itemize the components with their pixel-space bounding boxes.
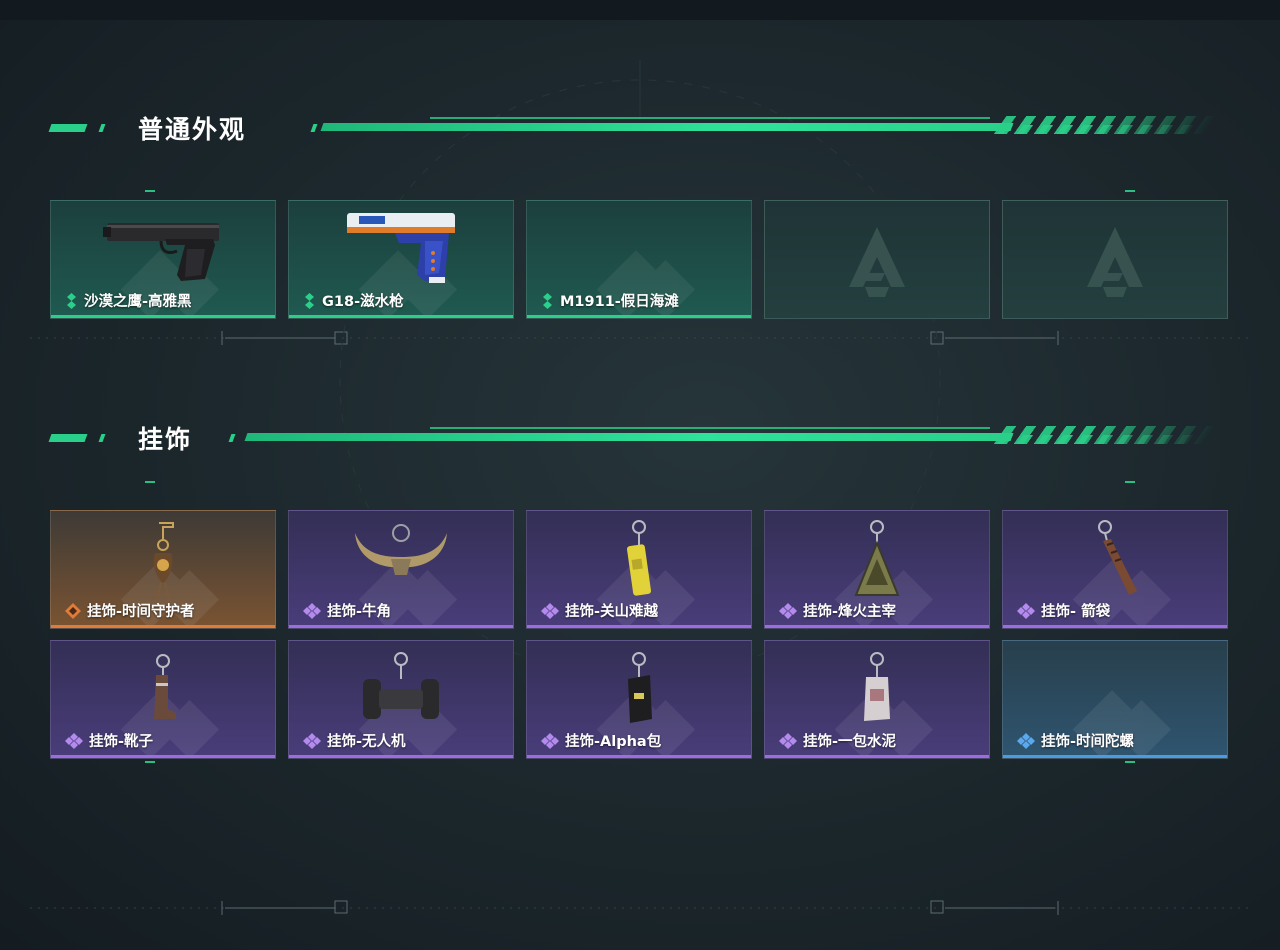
rarity-bar — [51, 755, 275, 758]
locked-slot-logo-icon — [849, 227, 905, 297]
item-name: 挂饰-时间守护者 — [87, 604, 195, 620]
green-rarity-diamond-icon — [305, 292, 314, 309]
green-rarity-diamond-icon — [67, 292, 76, 309]
item-label-row: G18-滋水枪 — [303, 290, 404, 311]
skin-card-g18[interactable]: G18-滋水枪 — [288, 200, 514, 319]
charm-card-triangle-pendant[interactable]: 挂饰-烽火主宰 — [764, 510, 990, 629]
charm-card-time-guardian[interactable]: 挂饰-时间守护者 — [50, 510, 276, 629]
empty-skin-slot[interactable] — [764, 200, 990, 319]
item-label-row: 挂饰-时间守护者 — [65, 600, 195, 621]
header-checker-pattern — [986, 435, 1204, 444]
item-name: 挂饰-靴子 — [89, 734, 154, 750]
header-accent-tick — [310, 124, 318, 132]
desert-eagle-pistol-icon — [103, 223, 219, 281]
header-accent-tick — [228, 434, 236, 442]
section-title: 挂饰 — [138, 425, 193, 454]
rarity-bar — [765, 625, 989, 628]
item-name: 沙漠之鹰-高雅黑 — [84, 294, 192, 310]
item-name: 挂饰-时间陀螺 — [1041, 734, 1135, 750]
g18-water-pistol-icon — [347, 213, 455, 283]
rarity-bar — [527, 755, 751, 758]
charm-card-bull-horn[interactable]: 挂饰-牛角 — [288, 510, 514, 629]
boot-charm-icon — [154, 654, 176, 719]
item-label-row: 挂饰-烽火主宰 — [779, 600, 896, 621]
item-label-row: 挂饰-靴子 — [65, 730, 153, 751]
top-bar — [0, 0, 1280, 20]
header-bar — [244, 433, 1014, 441]
section-header-charms: 挂饰 — [48, 424, 1217, 454]
item-name: 挂饰-Alpha包 — [565, 734, 662, 750]
item-label-row: 挂饰-一包水泥 — [779, 730, 896, 751]
purple-rarity-diamond-icon — [1017, 602, 1035, 619]
section-header-skins: 普通外观 — [48, 114, 1217, 144]
item-name: 挂饰-一包水泥 — [803, 734, 897, 750]
purple-rarity-diamond-icon — [541, 602, 559, 619]
bull-horn-charm-icon — [355, 524, 447, 575]
header-accent-dash — [48, 434, 88, 442]
item-label-row: 挂饰-无人机 — [303, 730, 406, 751]
item-label-row: M1911-假日海滩 — [541, 290, 679, 311]
skin-card-m1911[interactable]: M1911-假日海滩 — [526, 200, 752, 319]
rarity-bar — [527, 315, 751, 318]
rarity-bar — [51, 625, 275, 628]
charm-card-yellow-can[interactable]: 挂饰-关山难越 — [526, 510, 752, 629]
charm-card-quiver[interactable]: 挂饰- 箭袋 — [1002, 510, 1228, 629]
rarity-bar — [289, 755, 513, 758]
item-name: 挂饰-牛角 — [327, 604, 392, 620]
purple-rarity-diamond-icon — [541, 732, 559, 749]
item-label-row: 挂饰- 箭袋 — [1017, 600, 1110, 621]
triangle-pendant-charm-icon — [854, 520, 900, 596]
item-label-row: 挂饰-Alpha包 — [541, 730, 661, 751]
alpha-pack-charm-icon — [628, 652, 652, 723]
charm-card-time-top[interactable]: 挂饰-时间陀螺 — [1002, 640, 1228, 759]
blue-rarity-diamond-icon — [1017, 732, 1035, 749]
quiver-charm-icon — [1098, 520, 1137, 595]
drone-charm-icon — [363, 652, 439, 719]
purple-rarity-diamond-icon — [303, 602, 321, 619]
rarity-bar — [289, 315, 513, 318]
green-rarity-diamond-icon — [543, 292, 552, 309]
item-name: 挂饰-关山难越 — [565, 604, 659, 620]
charm-card-boot[interactable]: 挂饰-靴子 — [50, 640, 276, 759]
cement-bag-charm-icon — [864, 652, 890, 721]
item-name: 挂饰- 箭袋 — [1041, 604, 1111, 620]
charm-card-alpha-pack[interactable]: 挂饰-Alpha包 — [526, 640, 752, 759]
item-name: 挂饰-烽火主宰 — [803, 604, 897, 620]
purple-rarity-diamond-icon — [779, 602, 797, 619]
purple-rarity-diamond-icon — [779, 732, 797, 749]
skin-card-desert-eagle[interactable]: 沙漠之鹰-高雅黑 — [50, 200, 276, 319]
item-label-row: 挂饰-关山难越 — [541, 600, 658, 621]
rarity-bar — [1003, 755, 1227, 758]
rarity-bar — [527, 625, 751, 628]
header-accent-tick — [98, 434, 106, 442]
rarity-bar — [765, 755, 989, 758]
header-thin-line — [430, 117, 990, 119]
item-label-row: 挂饰-牛角 — [303, 600, 391, 621]
orange-rarity-diamond-icon — [65, 602, 81, 619]
item-label-row: 沙漠之鹰-高雅黑 — [65, 290, 192, 311]
yellow-can-charm-icon — [626, 520, 652, 596]
purple-rarity-diamond-icon — [65, 732, 83, 749]
header-checker-pattern — [986, 125, 1204, 134]
item-name: 挂饰-无人机 — [327, 734, 406, 750]
header-bar — [320, 123, 1014, 131]
charm-card-cement-bag[interactable]: 挂饰-一包水泥 — [764, 640, 990, 759]
header-accent-tick — [98, 124, 106, 132]
rarity-bar — [1003, 625, 1227, 628]
header-accent-dash — [48, 124, 88, 132]
section-title: 普通外观 — [138, 115, 247, 144]
item-label-row: 挂饰-时间陀螺 — [1017, 730, 1134, 751]
item-name: M1911-假日海滩 — [560, 294, 679, 310]
time-guardian-charm-icon — [153, 522, 174, 602]
charm-card-drone[interactable]: 挂饰-无人机 — [288, 640, 514, 759]
locked-slot-logo-icon — [1087, 227, 1143, 297]
rarity-bar — [289, 625, 513, 628]
purple-rarity-diamond-icon — [303, 732, 321, 749]
item-name: G18-滋水枪 — [322, 294, 404, 310]
empty-skin-slot[interactable] — [1002, 200, 1228, 319]
header-thin-line — [430, 427, 990, 429]
rarity-bar — [51, 315, 275, 318]
